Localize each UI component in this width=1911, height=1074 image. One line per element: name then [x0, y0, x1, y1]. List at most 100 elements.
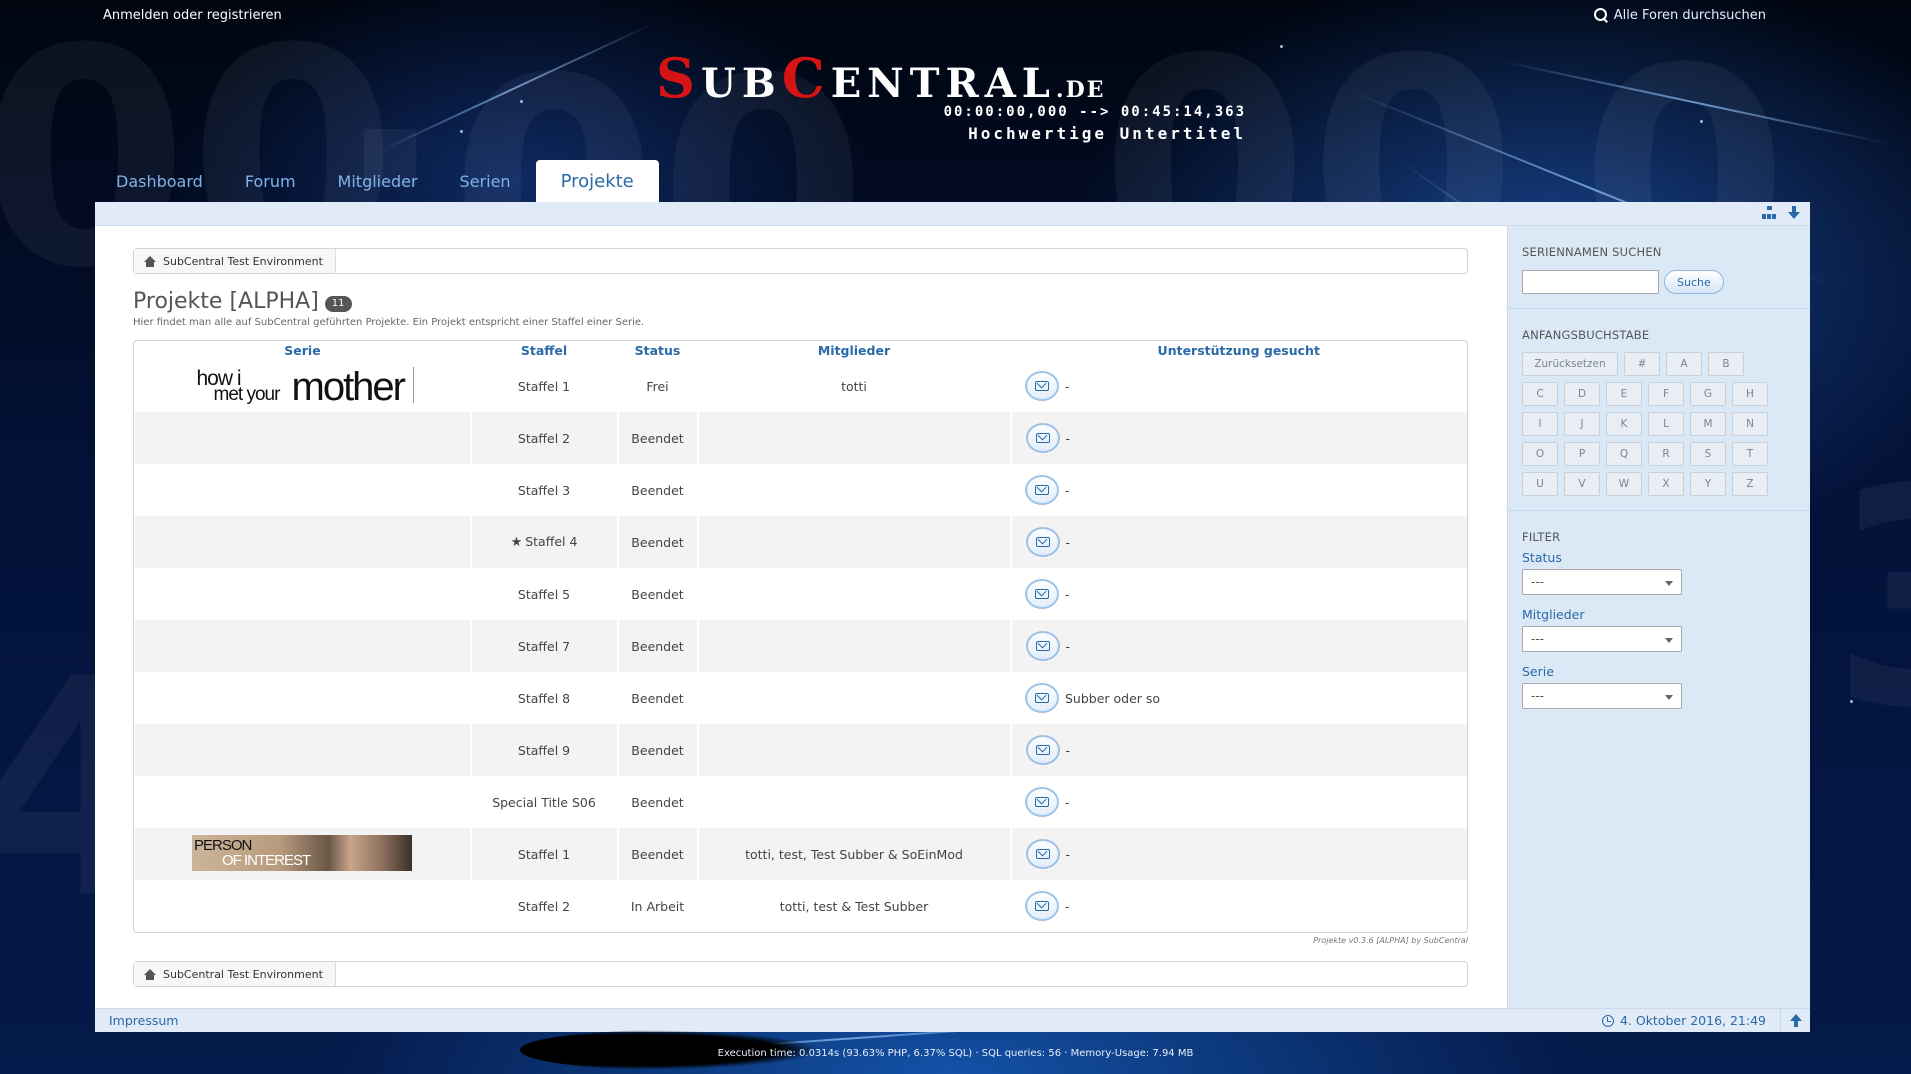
sitemap-icon[interactable]: [1762, 206, 1776, 219]
letter-button-i[interactable]: I: [1522, 412, 1558, 436]
letter-button-x[interactable]: X: [1648, 472, 1684, 496]
contact-button[interactable]: [1025, 891, 1059, 921]
letter-button-e[interactable]: E: [1606, 382, 1642, 406]
season-link[interactable]: Staffel 2: [470, 880, 618, 932]
support-text: -: [1065, 898, 1070, 914]
contact-button[interactable]: [1025, 839, 1060, 869]
contact-button[interactable]: [1025, 735, 1060, 765]
contact-button[interactable]: [1025, 631, 1060, 661]
table-row: ★ Staffel 4 Beendet -: [134, 516, 1467, 568]
main-panel: SubCentral Test Environment Projekte [AL…: [95, 202, 1810, 1032]
letter-button-s[interactable]: S: [1690, 442, 1726, 466]
col-header-support[interactable]: Unterstützung gesucht: [1011, 341, 1468, 360]
status-cell: Frei: [617, 360, 698, 412]
table-row: Staffel 2 Beendet -: [134, 412, 1467, 464]
status-cell: Beendet: [616, 724, 698, 776]
letter-button-j[interactable]: J: [1564, 412, 1600, 436]
season-link[interactable]: Staffel 5: [470, 568, 618, 620]
impressum-link[interactable]: Impressum: [95, 1013, 178, 1028]
status-cell: Beendet: [616, 828, 698, 880]
envelope-icon: [1035, 745, 1050, 755]
season-link[interactable]: Staffel 2: [469, 412, 618, 464]
contact-button[interactable]: [1025, 371, 1059, 401]
status-cell: Beendet: [616, 412, 698, 464]
letter-button-b[interactable]: B: [1708, 352, 1744, 376]
filter-members-select[interactable]: ---: [1522, 626, 1682, 652]
tab-forum[interactable]: Forum: [224, 172, 317, 202]
bg-dot: [460, 130, 463, 133]
season-link[interactable]: Staffel 8: [470, 672, 618, 724]
season-link[interactable]: Staffel 1: [469, 828, 618, 880]
col-header-serie[interactable]: Serie: [135, 341, 471, 360]
letter-button-y[interactable]: Y: [1690, 472, 1726, 496]
series-logo-himym[interactable]: how i met your mother: [192, 365, 414, 407]
letter-button-o[interactable]: O: [1522, 442, 1558, 466]
letter-button-r[interactable]: R: [1648, 442, 1684, 466]
letter-button-z[interactable]: Z: [1732, 472, 1768, 496]
status-cell: Beendet: [617, 776, 698, 828]
letter-button-d[interactable]: D: [1564, 382, 1600, 406]
letter-button-m[interactable]: M: [1690, 412, 1726, 436]
contact-button[interactable]: [1025, 683, 1059, 713]
tab-projekte[interactable]: Projekte: [535, 160, 659, 202]
series-search-section: SERIENNAMEN SUCHEN Suche: [1508, 226, 1810, 309]
series-cell: [134, 516, 471, 568]
arrow-down-icon[interactable]: [1788, 206, 1800, 219]
season-link[interactable]: ★ Staffel 4: [469, 516, 618, 568]
series-search-input[interactable]: [1522, 270, 1659, 294]
letter-button-v[interactable]: V: [1564, 472, 1600, 496]
breadcrumb-item[interactable]: SubCentral Test Environment: [134, 249, 336, 273]
series-cell: [134, 724, 471, 776]
season-link[interactable]: Staffel 3: [470, 464, 618, 516]
series-cell: [134, 672, 471, 724]
search-button[interactable]: Suche: [1664, 270, 1724, 294]
envelope-icon: [1035, 381, 1049, 391]
search-all-forums-link[interactable]: Alle Foren durchsuchen: [1593, 8, 1816, 23]
letter-button-c[interactable]: C: [1522, 382, 1558, 406]
col-header-staffel[interactable]: Staffel: [471, 341, 618, 360]
letter-button-f[interactable]: F: [1648, 382, 1684, 406]
filter-series-select[interactable]: ---: [1522, 683, 1682, 709]
contact-button[interactable]: [1025, 787, 1059, 817]
tab-serien[interactable]: Serien: [439, 172, 532, 202]
breadcrumb-item[interactable]: SubCentral Test Environment: [134, 962, 336, 986]
season-link[interactable]: Staffel 9: [469, 724, 618, 776]
filter-title: FILTER: [1522, 530, 1561, 544]
projects-table: Serie Staffel Status Mitglieder Unterstü…: [133, 340, 1468, 933]
series-logo-poi[interactable]: PERSON OF INTEREST: [192, 834, 412, 871]
back-to-top-button[interactable]: [1780, 1009, 1810, 1032]
series-cell: PERSON OF INTEREST: [134, 828, 471, 880]
support-text: -: [1065, 638, 1071, 654]
letter-button-g[interactable]: G: [1690, 382, 1726, 406]
tab-dashboard[interactable]: Dashboard: [95, 172, 224, 202]
envelope-icon: [1035, 797, 1049, 807]
letter-reset-button[interactable]: Zurücksetzen: [1522, 352, 1618, 376]
letter-button-u[interactable]: U: [1522, 472, 1558, 496]
col-header-mitglieder[interactable]: Mitglieder: [698, 341, 1011, 360]
letter-button-h[interactable]: H: [1732, 382, 1768, 406]
letter-buttons: Zurücksetzen # A B C D E F G H I J K L M…: [1522, 352, 1782, 496]
letter-button-q[interactable]: Q: [1606, 442, 1642, 466]
season-link[interactable]: Special Title S06: [470, 776, 618, 828]
letter-button-p[interactable]: P: [1564, 442, 1600, 466]
envelope-icon: [1035, 901, 1049, 911]
filter-members-label: Mitglieder: [1522, 607, 1585, 622]
login-link[interactable]: Anmelden oder registrieren: [95, 8, 282, 23]
contact-button[interactable]: [1025, 475, 1059, 505]
letter-button-a[interactable]: A: [1666, 352, 1702, 376]
col-header-status[interactable]: Status: [618, 341, 698, 360]
letter-button-l[interactable]: L: [1648, 412, 1684, 436]
letter-button-hash[interactable]: #: [1624, 352, 1660, 376]
letter-button-n[interactable]: N: [1732, 412, 1768, 436]
tab-mitglieder[interactable]: Mitglieder: [317, 172, 439, 202]
season-link[interactable]: Staffel 1: [470, 360, 618, 412]
season-link[interactable]: Staffel 7: [469, 620, 618, 672]
site-logo[interactable]: SUBCENTRAL.DE 00:00:00,000 --> 00:45:14,…: [656, 51, 1250, 146]
letter-button-w[interactable]: W: [1606, 472, 1642, 496]
contact-button[interactable]: [1025, 527, 1060, 557]
filter-status-select[interactable]: ---: [1522, 569, 1682, 595]
letter-button-t[interactable]: T: [1732, 442, 1768, 466]
contact-button[interactable]: [1025, 423, 1060, 453]
letter-button-k[interactable]: K: [1606, 412, 1642, 436]
contact-button[interactable]: [1025, 579, 1059, 609]
